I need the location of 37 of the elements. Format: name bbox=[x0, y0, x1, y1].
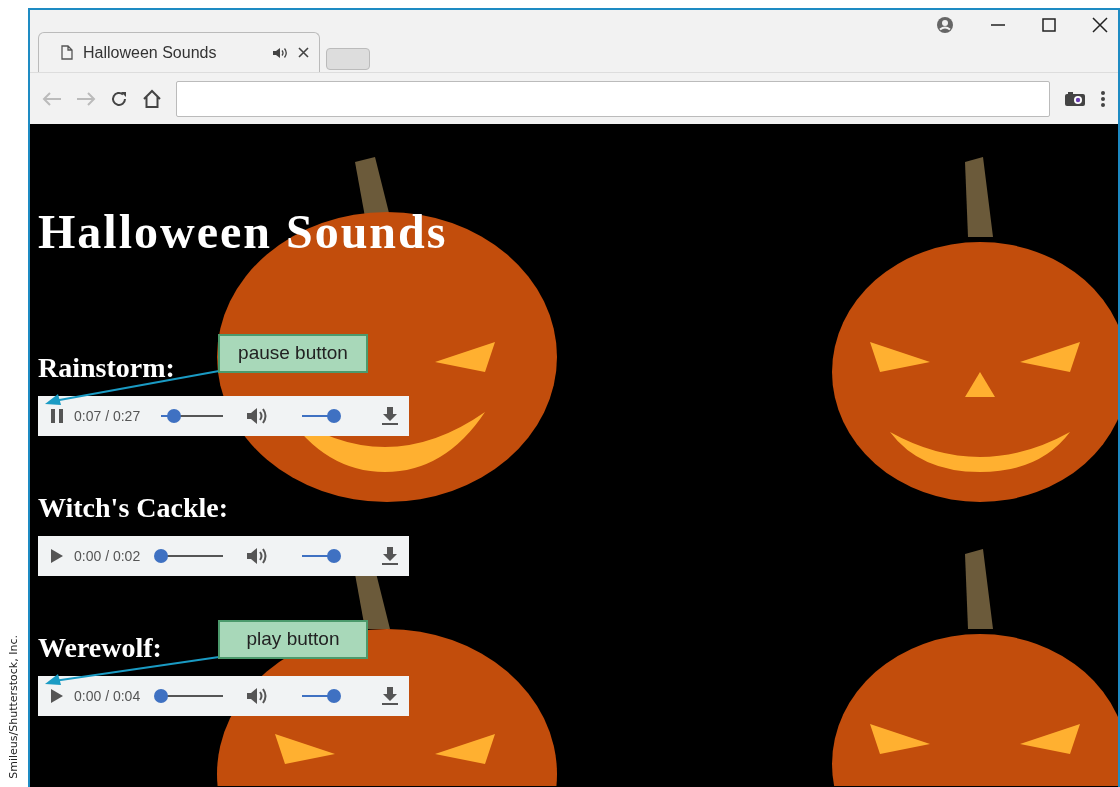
page-icon bbox=[61, 45, 73, 60]
maximize-icon[interactable] bbox=[1042, 18, 1056, 32]
progress-thumb[interactable] bbox=[154, 689, 169, 703]
volume-icon[interactable] bbox=[245, 686, 269, 706]
volume-thumb[interactable] bbox=[327, 689, 342, 703]
volume-icon[interactable] bbox=[245, 406, 269, 426]
sound-title: Werewolf: bbox=[38, 631, 162, 665]
callout-label: play button bbox=[218, 620, 368, 659]
download-icon[interactable] bbox=[381, 686, 399, 706]
reload-icon[interactable] bbox=[110, 89, 128, 108]
camera-icon[interactable] bbox=[1064, 90, 1086, 107]
close-tab-icon[interactable] bbox=[298, 47, 309, 58]
sound-title: Witch's Cackle: bbox=[38, 491, 229, 525]
browser-tab[interactable]: Halloween Sounds bbox=[38, 32, 320, 72]
callout-label: pause button bbox=[218, 334, 368, 373]
download-icon[interactable] bbox=[381, 406, 399, 426]
menu-icon[interactable] bbox=[1100, 89, 1106, 108]
play-icon[interactable] bbox=[50, 688, 64, 704]
speaker-icon[interactable] bbox=[272, 47, 288, 60]
time-display: 0:00 / 0:02 bbox=[74, 546, 141, 566]
page-title: Halloween Sounds bbox=[38, 204, 449, 260]
time-display: 0:07 / 0:27 bbox=[74, 406, 141, 426]
download-icon[interactable] bbox=[381, 546, 399, 566]
credit-text: Smileus/Shutterstock, Inc. bbox=[5, 635, 21, 779]
volume-thumb[interactable] bbox=[327, 409, 342, 423]
time-display: 0:00 / 0:04 bbox=[74, 686, 141, 706]
sound-title: Rainstorm: bbox=[38, 351, 175, 385]
pause-icon[interactable] bbox=[50, 408, 64, 424]
play-icon[interactable] bbox=[50, 548, 64, 564]
home-icon[interactable] bbox=[142, 88, 162, 109]
account-icon[interactable] bbox=[936, 16, 954, 34]
progress-thumb[interactable] bbox=[166, 409, 181, 423]
tab-title: Halloween Sounds bbox=[83, 42, 218, 63]
progress-thumb[interactable] bbox=[154, 549, 169, 563]
close-icon[interactable] bbox=[1092, 17, 1108, 33]
volume-icon[interactable] bbox=[245, 546, 269, 566]
volume-thumb[interactable] bbox=[327, 549, 342, 563]
